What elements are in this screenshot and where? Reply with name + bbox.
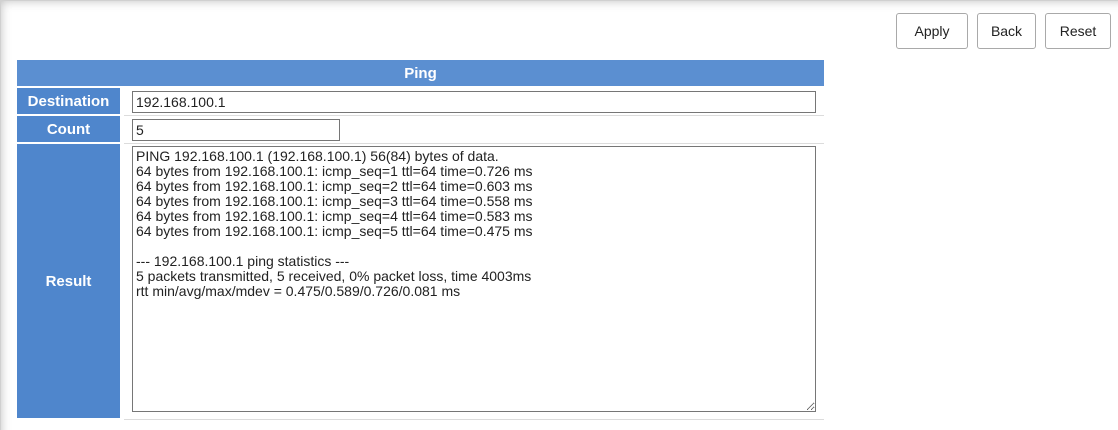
back-button[interactable]: Back — [977, 13, 1036, 49]
toolbar: Apply Back Reset — [896, 13, 1111, 49]
result-label: Result — [17, 144, 124, 420]
destination-row: Destination — [17, 88, 824, 116]
result-cell: PING 192.168.100.1 (192.168.100.1) 56(84… — [124, 144, 824, 420]
reset-button[interactable]: Reset — [1045, 13, 1111, 49]
destination-label: Destination — [17, 88, 124, 116]
ping-title: Ping — [17, 60, 824, 88]
count-label: Count — [17, 116, 124, 144]
destination-cell — [124, 88, 824, 116]
apply-button[interactable]: Apply — [896, 13, 968, 49]
count-cell — [124, 116, 824, 144]
count-input[interactable] — [132, 118, 340, 141]
count-row: Count — [17, 116, 824, 144]
result-row: Result PING 192.168.100.1 (192.168.100.1… — [17, 144, 824, 420]
result-textarea[interactable]: PING 192.168.100.1 (192.168.100.1) 56(84… — [132, 146, 816, 412]
ping-form-table: Ping Destination Count Result PING 192.1… — [17, 60, 824, 420]
destination-input[interactable] — [132, 90, 816, 113]
